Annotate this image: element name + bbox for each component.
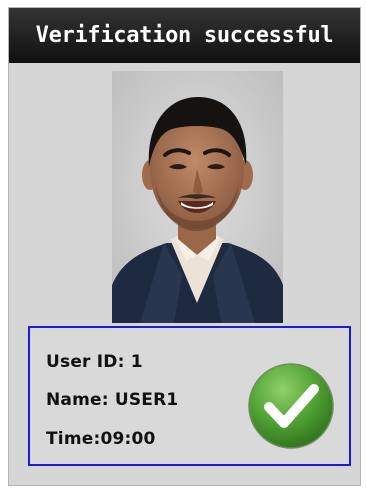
user-face-photo-icon: [112, 71, 283, 323]
user-id-label: User ID: 1: [46, 352, 143, 372]
user-photo: [112, 71, 283, 323]
verification-screen: Verification successful User ID: 1 Name:…: [8, 7, 361, 486]
verification-result-panel: User ID: 1 Name: USER1 Time:09:00: [28, 326, 351, 466]
title-bar: Verification successful: [9, 8, 360, 63]
user-name-label: Name: USER1: [46, 390, 179, 410]
title-text: Verification successful: [35, 23, 334, 48]
time-label: Time:09:00: [46, 429, 156, 449]
checkmark-icon: [248, 363, 334, 449]
